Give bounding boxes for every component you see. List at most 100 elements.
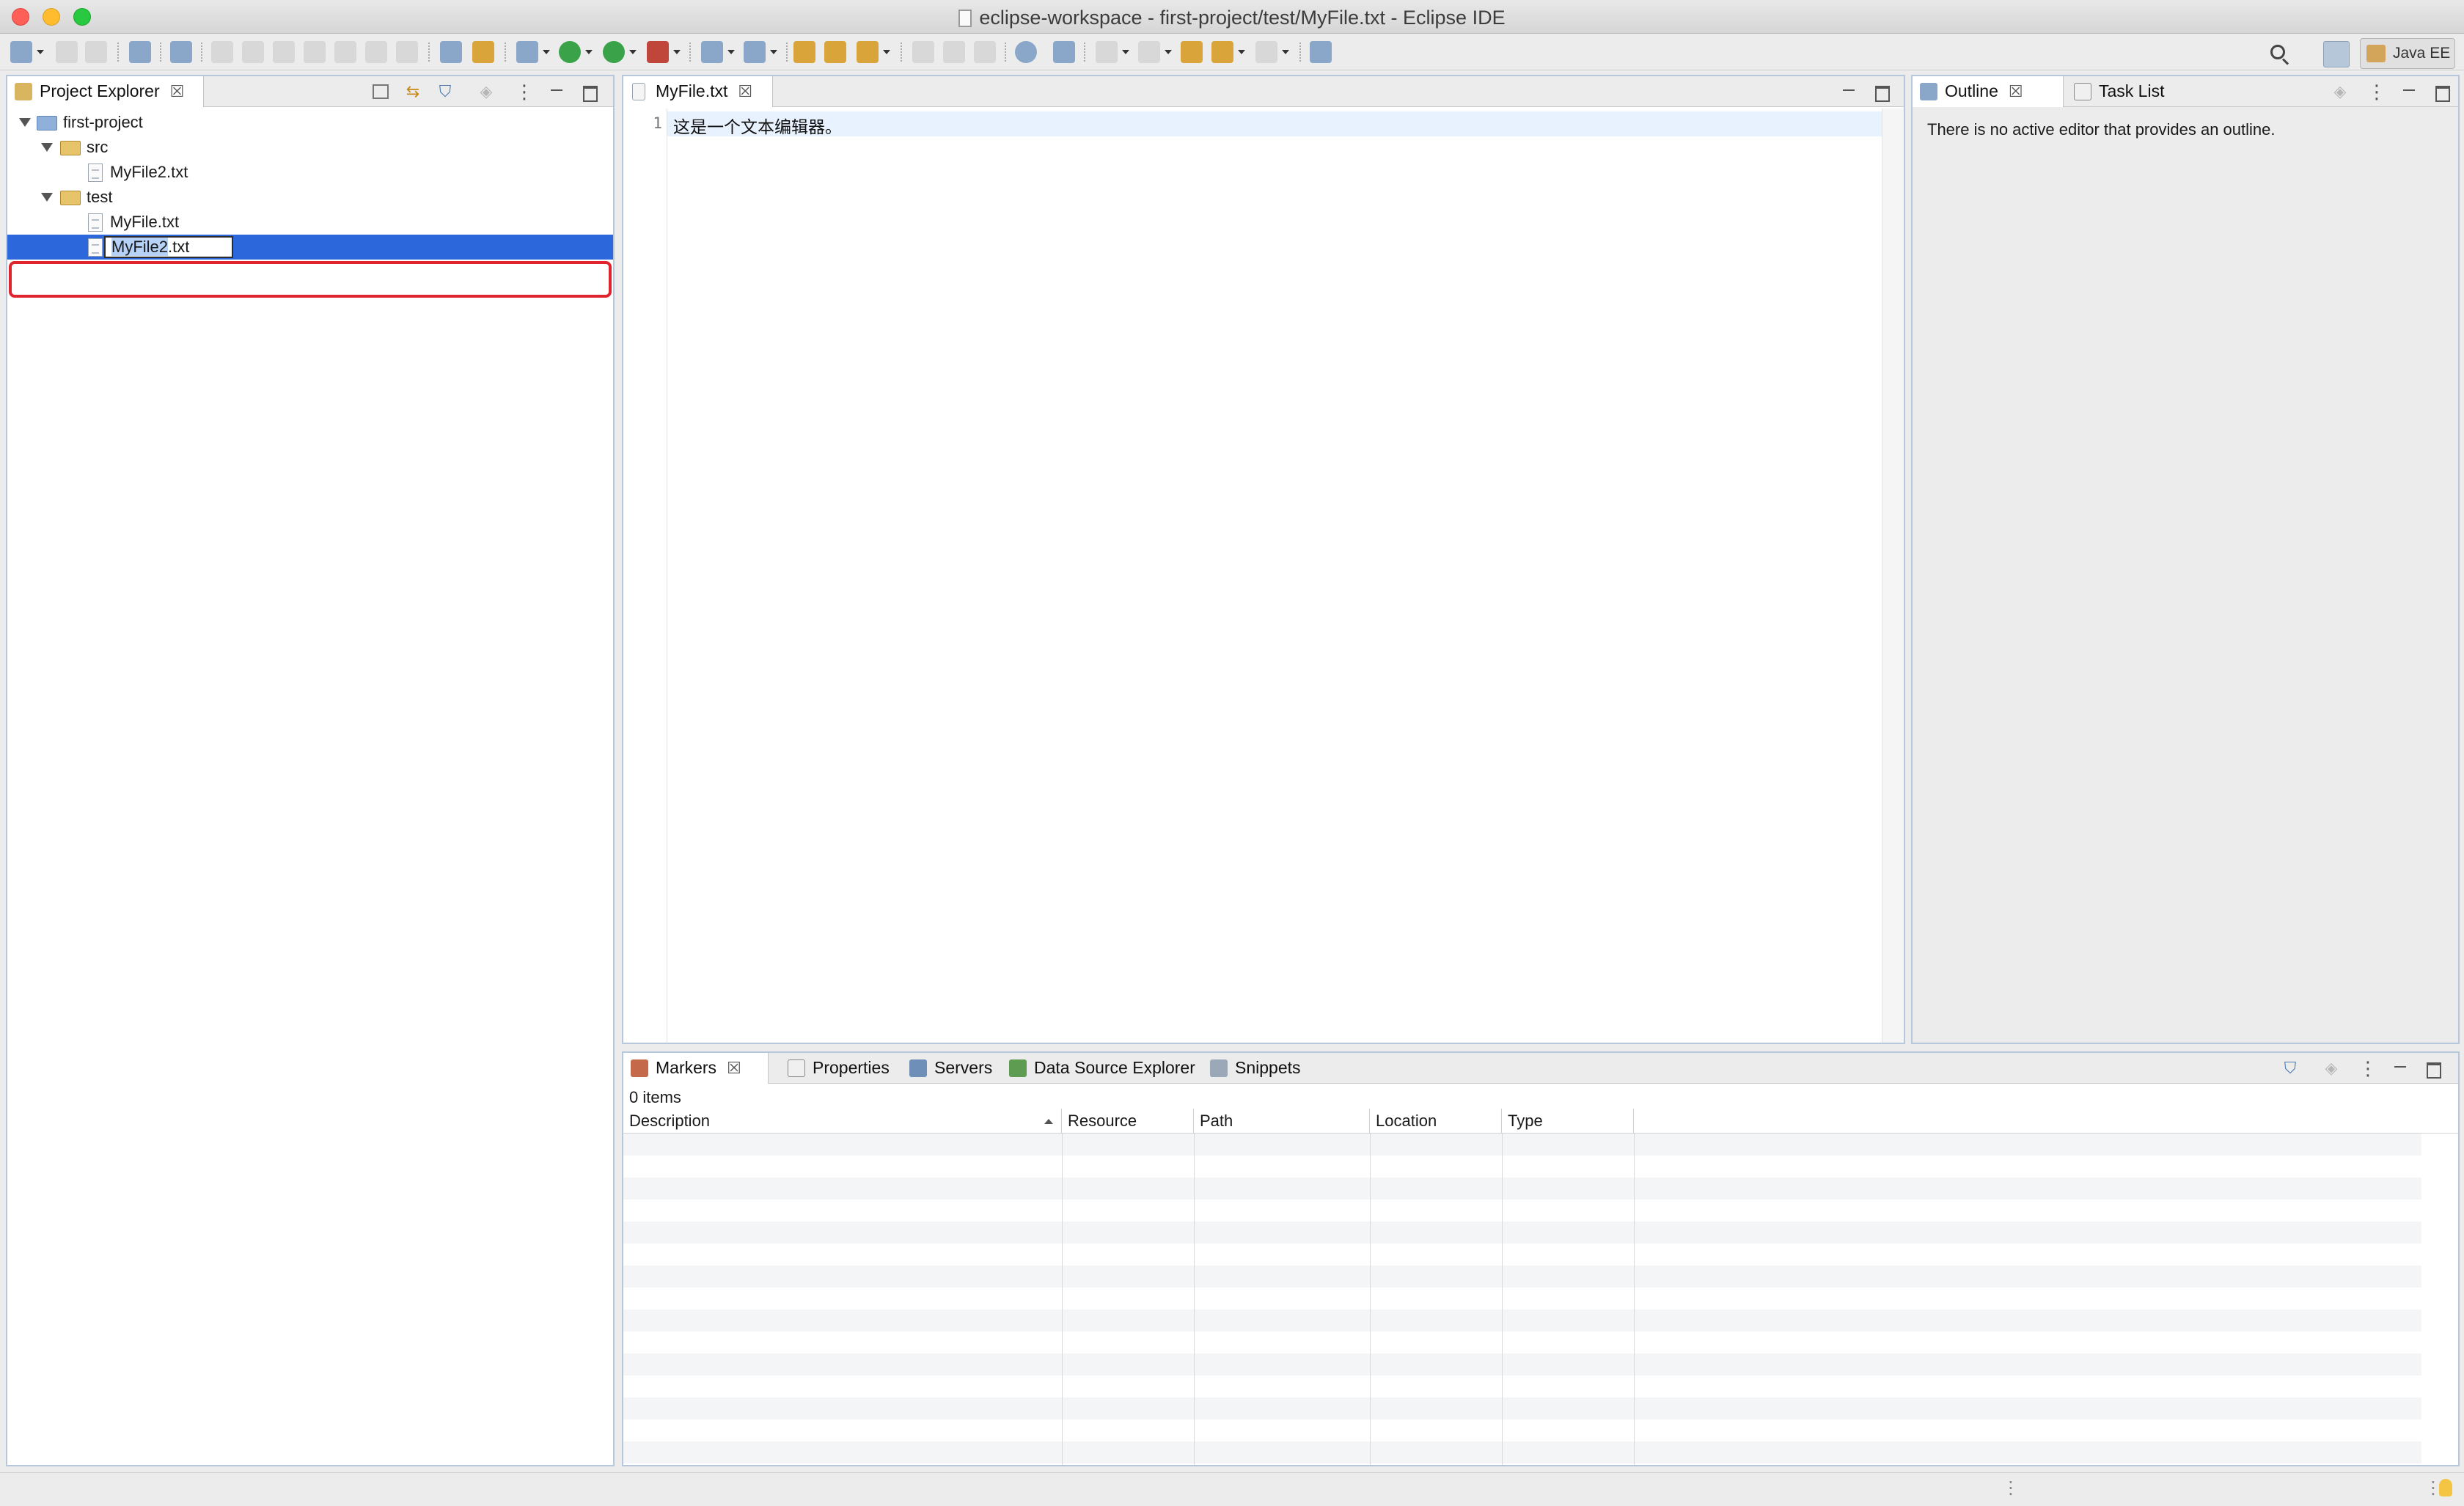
tab-servers[interactable]: Servers <box>902 1053 1000 1084</box>
table-row[interactable] <box>623 1222 2421 1244</box>
terminate-icon[interactable] <box>273 41 295 63</box>
chevron-down-icon[interactable] <box>41 143 53 152</box>
chevron-down-icon[interactable] <box>37 50 44 54</box>
new-icon[interactable] <box>10 41 32 63</box>
filter-icon[interactable]: ⛉ <box>2281 1059 2300 1078</box>
chevron-down-icon[interactable] <box>1165 50 1172 54</box>
table-row[interactable] <box>623 1441 2421 1463</box>
maximize-icon[interactable] <box>2432 82 2451 102</box>
table-row[interactable] <box>623 1397 2421 1419</box>
column-location[interactable]: Location <box>1370 1109 1502 1134</box>
last-edit-icon[interactable] <box>1181 41 1203 63</box>
team-icon[interactable] <box>1053 41 1075 63</box>
external-tools-icon[interactable] <box>647 41 669 63</box>
tab-markers[interactable]: Markers ☒ <box>623 1053 769 1084</box>
search-icon[interactable] <box>2266 41 2292 67</box>
show-whitespace-icon[interactable] <box>974 41 996 63</box>
tab-snippets[interactable]: Snippets <box>1203 1053 1313 1084</box>
chevron-down-icon[interactable] <box>629 50 637 54</box>
save-all-icon[interactable] <box>85 41 107 63</box>
table-row[interactable] <box>623 1353 2421 1375</box>
perspective-java-ee-button[interactable]: Java EE <box>2360 38 2455 69</box>
debug-icon[interactable] <box>516 41 538 63</box>
maximize-icon[interactable] <box>579 82 598 102</box>
close-icon[interactable]: ☒ <box>170 77 185 106</box>
minimize-icon[interactable] <box>2391 1059 2410 1078</box>
run-icon[interactable] <box>559 41 581 63</box>
close-icon[interactable]: ☒ <box>738 77 752 106</box>
save-icon[interactable] <box>56 41 78 63</box>
new-server-icon[interactable] <box>701 41 723 63</box>
tab-data-source-explorer[interactable]: Data Source Explorer <box>1002 1053 1201 1084</box>
chevron-down-icon[interactable] <box>41 193 53 202</box>
servers-icon[interactable] <box>440 41 462 63</box>
minimize-icon[interactable] <box>2399 82 2419 101</box>
previous-annotation-icon[interactable] <box>1138 41 1160 63</box>
tab-properties[interactable]: Properties <box>780 1053 901 1084</box>
minimize-icon[interactable] <box>1839 82 1858 101</box>
tab-outline[interactable]: Outline ☒ <box>1913 76 2064 107</box>
forward-icon[interactable] <box>1255 41 1277 63</box>
pin-editor-icon[interactable] <box>1310 41 1332 63</box>
next-annotation-icon[interactable] <box>1096 41 1118 63</box>
link-with-editor-icon[interactable]: ⇆ <box>403 82 422 101</box>
chevron-down-icon[interactable] <box>727 50 735 54</box>
view-menu-icon[interactable] <box>2358 1059 2377 1078</box>
chevron-down-icon[interactable] <box>770 50 777 54</box>
suspend-icon[interactable] <box>242 41 264 63</box>
rename-input[interactable]: MyFile2.txt <box>104 236 233 258</box>
new-web-service-icon[interactable] <box>744 41 766 63</box>
view-menu-icon[interactable] <box>2367 82 2386 101</box>
editor-overview-ruler[interactable] <box>1882 109 1904 1043</box>
chevron-down-icon[interactable] <box>585 50 593 54</box>
table-row[interactable] <box>623 1310 2421 1331</box>
open-type-icon[interactable] <box>793 41 815 63</box>
focus-icon[interactable]: ◈ <box>2331 82 2350 101</box>
view-menu-icon[interactable] <box>515 82 534 101</box>
tree-item-src[interactable]: src <box>7 135 613 160</box>
block-select-icon[interactable] <box>943 41 965 63</box>
open-perspective-icon[interactable] <box>2323 41 2350 67</box>
close-icon[interactable]: ☒ <box>727 1054 741 1083</box>
table-row[interactable] <box>623 1331 2421 1353</box>
collapse-all-icon[interactable] <box>373 84 389 99</box>
tab-task-list[interactable]: Task List <box>2067 76 2177 107</box>
chevron-down-icon[interactable] <box>1282 50 1289 54</box>
minimize-icon[interactable] <box>547 82 566 101</box>
resume-icon[interactable] <box>211 41 233 63</box>
chevron-down-icon[interactable] <box>1238 50 1245 54</box>
tree-item-src-myfile2[interactable]: MyFile2.txt <box>7 160 613 185</box>
table-row[interactable] <box>623 1419 2421 1441</box>
chevron-down-icon[interactable] <box>673 50 681 54</box>
chevron-down-icon[interactable] <box>1122 50 1129 54</box>
table-row[interactable] <box>623 1200 2421 1222</box>
tree-item-renaming[interactable]: MyFile2.txt <box>7 235 613 260</box>
table-row[interactable] <box>623 1156 2421 1178</box>
globe-icon[interactable] <box>1015 41 1037 63</box>
toggle-mark-icon[interactable] <box>912 41 934 63</box>
coverage-icon[interactable] <box>603 41 625 63</box>
chevron-down-icon[interactable] <box>883 50 890 54</box>
column-path[interactable]: Path <box>1194 1109 1370 1134</box>
table-row[interactable] <box>623 1244 2421 1266</box>
search-pencil-icon[interactable] <box>857 41 879 63</box>
bulb-icon[interactable] <box>2439 1479 2452 1496</box>
maximize-icon[interactable] <box>1871 82 1891 102</box>
skip-breakpoints-icon[interactable] <box>170 41 192 63</box>
filter-icon[interactable]: ⛉ <box>436 82 455 101</box>
focus-icon[interactable]: ◈ <box>477 82 496 101</box>
tree-item-first-project[interactable]: first-project <box>7 110 613 135</box>
text-editor[interactable]: 1 这是一个文本编辑器。 <box>623 109 1904 1043</box>
column-resource[interactable]: Resource <box>1062 1109 1194 1134</box>
table-row[interactable] <box>623 1178 2421 1200</box>
step-return-icon[interactable] <box>396 41 418 63</box>
tab-project-explorer[interactable]: Project Explorer ☒ <box>7 76 204 107</box>
chevron-down-icon[interactable] <box>19 118 31 127</box>
column-type[interactable]: Type <box>1502 1109 1634 1134</box>
table-row[interactable] <box>623 1266 2421 1288</box>
publish-icon[interactable] <box>472 41 494 63</box>
tab-myfile-txt[interactable]: MyFile.txt ☒ <box>623 76 773 107</box>
editor-line-text[interactable]: 这是一个文本编辑器。 <box>673 113 842 138</box>
back-icon[interactable] <box>1211 41 1233 63</box>
disconnect-icon[interactable] <box>304 41 326 63</box>
